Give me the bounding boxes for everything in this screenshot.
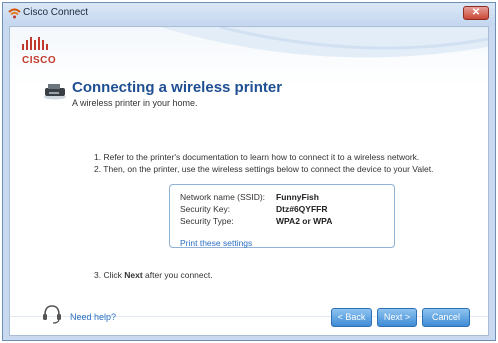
security-type-value: WPA2 or WPA [276,216,333,226]
wizard-panel: CISCO Connecting a wireless printer A wi… [9,26,489,336]
step3-next-word: Next [124,270,143,280]
step3-prefix: 3. Click [94,270,125,280]
next-button[interactable]: Next > [377,308,417,327]
settings-row-key: Security Key: Dtz#6QYFFR [180,204,327,214]
settings-row-type: Security Type: WPA2 or WPA [180,216,332,226]
window-title: Cisco Connect [23,7,89,18]
cisco-brand-name: CISCO [22,55,57,66]
cisco-logo-bars [22,37,48,50]
ssid-value: FunnyFish [276,192,319,202]
instruction-step-1: 1. Refer to the printer's documentation … [94,152,420,162]
security-key-label: Security Key: [180,204,231,214]
instruction-step-3: 3. Click Next after you connect. [94,270,213,280]
page-title: Connecting a wireless printer [72,79,283,96]
security-type-label: Security Type: [180,216,234,226]
settings-row-ssid: Network name (SSID): FunnyFish [180,192,319,202]
wifi-icon [8,8,21,19]
header-band [10,27,488,87]
security-key-value: Dtz#6QYFFR [276,204,328,214]
close-icon: ✕ [471,7,481,18]
headset-help-icon[interactable] [40,303,64,325]
back-button[interactable]: < Back [331,308,372,327]
instruction-step-2: 2. Then, on the printer, use the wireles… [94,164,434,174]
printer-icon [44,84,66,100]
app-window: Cisco Connect ✕ CISCO Connecting a wirel… [2,2,496,341]
header-swoosh [160,27,488,58]
title-bar[interactable]: Cisco Connect ✕ [3,3,495,25]
cancel-button[interactable]: Cancel [422,308,470,327]
step3-suffix: after you connect. [142,270,213,280]
close-button[interactable]: ✕ [463,6,489,20]
need-help-link[interactable]: Need help? [70,312,116,322]
wireless-settings-box: Network name (SSID): FunnyFish Security … [169,184,395,248]
print-settings-link[interactable]: Print these settings [180,238,252,248]
ssid-label: Network name (SSID): [180,192,266,202]
page-subtitle: A wireless printer in your home. [72,98,198,108]
